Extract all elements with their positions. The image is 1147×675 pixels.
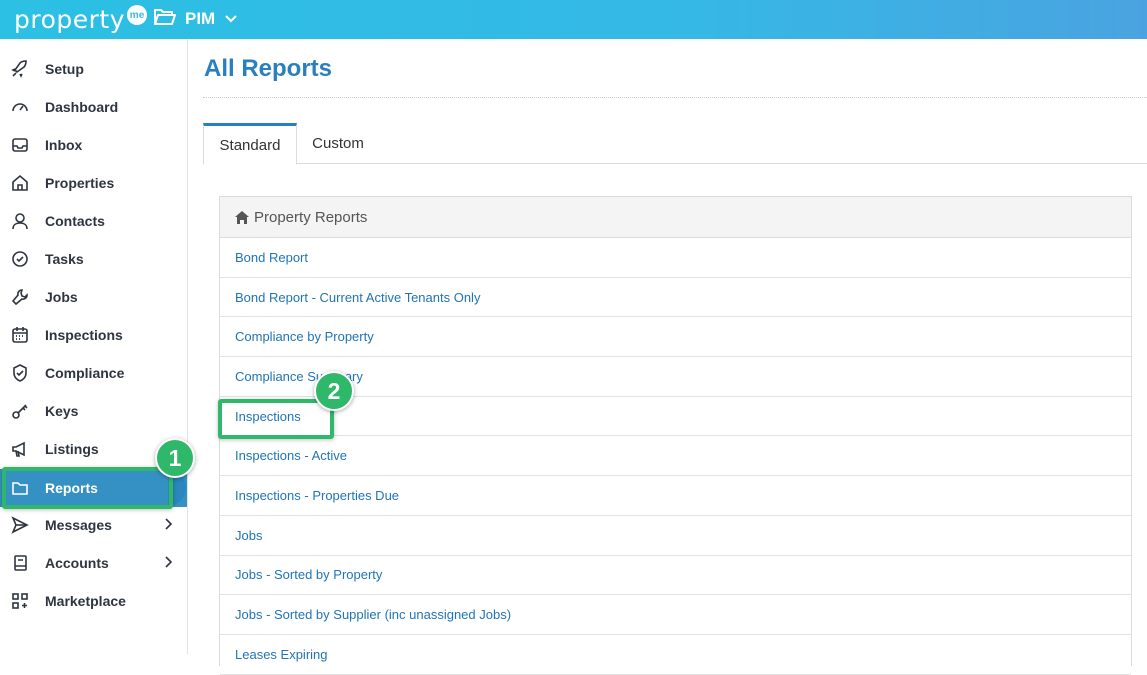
list-item: Jobs - Sorted by Property <box>220 556 1131 596</box>
report-link[interactable]: Leases Expiring <box>235 647 328 662</box>
property-reports-panel: Property Reports Bond Report Bond Report… <box>219 196 1132 675</box>
list-item: Jobs - Sorted by Supplier (inc unassigne… <box>220 595 1131 635</box>
portfolio-switcher[interactable]: PIM <box>153 7 237 31</box>
tab-custom[interactable]: Custom <box>297 123 379 164</box>
panel-header: Property Reports <box>220 197 1131 238</box>
sidebar-item-inspections[interactable]: Inspections <box>0 316 187 354</box>
report-link[interactable]: Compliance by Property <box>235 329 374 344</box>
report-link[interactable]: Bond Report - Current Active Tenants Onl… <box>235 290 480 305</box>
gauge-icon <box>11 98 29 116</box>
main-content: All Reports Standard Custom Property Rep… <box>188 39 1147 675</box>
logo-text: property <box>14 5 126 34</box>
list-item: Leases Expiring <box>220 635 1131 675</box>
sidebar-item-messages[interactable]: Messages <box>0 506 187 544</box>
report-tabs: Standard Custom <box>203 123 1147 165</box>
tab-standard[interactable]: Standard <box>203 123 297 165</box>
send-icon <box>11 516 29 534</box>
top-bar: property me PIM <box>0 0 1147 39</box>
megaphone-icon <box>11 440 29 458</box>
person-icon <box>11 212 29 230</box>
key-icon <box>11 402 29 420</box>
chevron-down-icon <box>225 10 237 28</box>
highlight-box-inspections <box>218 399 334 439</box>
sidebar-item-dashboard[interactable]: Dashboard <box>0 88 187 126</box>
list-item: Jobs <box>220 516 1131 556</box>
home-icon <box>11 174 29 192</box>
sidebar-item-inbox[interactable]: Inbox <box>0 126 187 164</box>
list-item: Inspections <box>220 397 1131 437</box>
sidebar-item-setup[interactable]: Setup <box>0 50 187 88</box>
ledger-icon <box>11 554 29 572</box>
folder-open-icon <box>153 7 177 32</box>
sidebar-item-jobs[interactable]: Jobs <box>0 278 187 316</box>
list-item: Compliance by Property <box>220 317 1131 358</box>
sidebar-item-marketplace[interactable]: Marketplace <box>0 582 187 620</box>
highlight-box-reports <box>2 467 173 509</box>
report-link[interactable]: Jobs - Sorted by Supplier (inc unassigne… <box>235 607 511 622</box>
propertyme-logo[interactable]: property me <box>14 5 148 36</box>
list-item: Inspections - Active <box>220 436 1131 477</box>
chevron-right-icon <box>164 517 173 534</box>
inbox-icon <box>11 136 29 154</box>
calendar-icon <box>11 326 29 344</box>
list-item: Inspections - Properties Due <box>220 476 1131 516</box>
chevron-right-icon <box>164 555 173 572</box>
shield-check-icon <box>11 364 29 382</box>
sidebar-item-compliance[interactable]: Compliance <box>0 354 187 392</box>
portfolio-label: PIM <box>185 9 216 28</box>
sidebar-item-keys[interactable]: Keys <box>0 392 187 430</box>
logo-badge: me <box>127 5 148 25</box>
step-badge-1: 1 <box>155 438 195 478</box>
report-link[interactable]: Jobs - Sorted by Property <box>235 567 382 582</box>
sidebar-item-accounts[interactable]: Accounts <box>0 544 187 582</box>
list-item: Bond Report <box>220 238 1131 278</box>
rocket-icon <box>11 60 29 78</box>
step-badge-2: 2 <box>314 371 354 411</box>
list-item: Bond Report - Current Active Tenants Onl… <box>220 278 1131 318</box>
wrench-icon <box>11 288 29 306</box>
check-circle-icon <box>11 250 29 268</box>
sidebar-item-contacts[interactable]: Contacts <box>0 202 187 240</box>
report-link[interactable]: Inspections - Active <box>235 448 347 463</box>
report-link[interactable]: Bond Report <box>235 250 308 265</box>
panel-title: Property Reports <box>254 208 368 226</box>
title-divider <box>203 97 1147 98</box>
apps-icon <box>11 592 29 610</box>
report-link[interactable]: Inspections - Properties Due <box>235 488 399 503</box>
home-icon <box>235 210 249 224</box>
report-link[interactable]: Jobs <box>235 528 262 543</box>
list-item: Compliance Summary <box>220 357 1131 397</box>
sidebar-item-properties[interactable]: Properties <box>0 164 187 202</box>
sidebar-item-tasks[interactable]: Tasks <box>0 240 187 278</box>
sidebar: Setup Dashboard Inbox Properties Contact… <box>0 39 188 654</box>
page-title: All Reports <box>204 55 333 82</box>
